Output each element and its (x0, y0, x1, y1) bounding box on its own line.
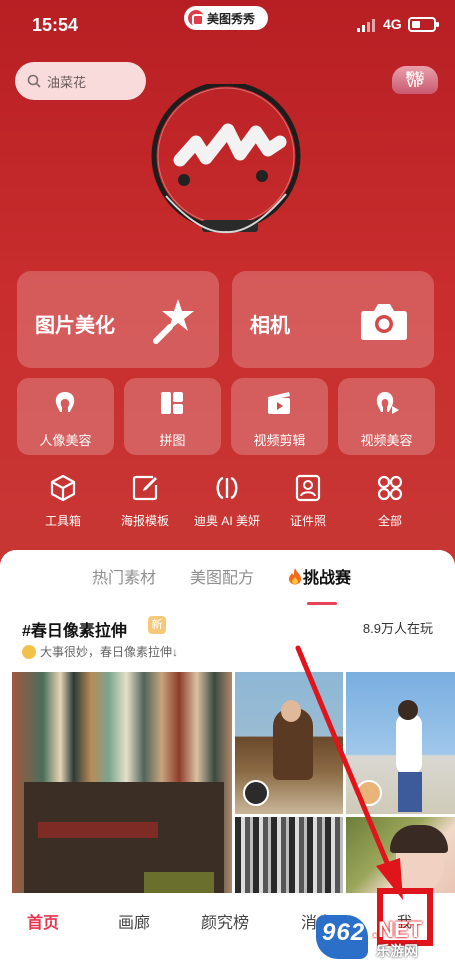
tab-challenge[interactable]: 挑战赛 (287, 564, 351, 588)
toolbox-icon (50, 474, 76, 502)
fire-icon (289, 568, 301, 585)
challenge-photo-3[interactable] (346, 672, 455, 814)
poster-icon (132, 475, 158, 501)
signal-icon (357, 18, 377, 32)
online-count: 8.9万人在玩 (362, 621, 433, 636)
tool-poster-label: 海报模板 (120, 514, 169, 528)
collage-card[interactable]: 拼图 (124, 378, 221, 455)
challenge-photo-2[interactable] (235, 672, 343, 814)
vip-badge[interactable]: 粉钻 VIP (392, 66, 438, 94)
tool-id-photo-label: 证件照 (289, 514, 326, 528)
vip-line2: VIP (406, 79, 424, 90)
avatar[interactable] (243, 780, 269, 806)
content-tabs: 热门素材 美图配方 挑战赛 (0, 564, 455, 605)
nav-ranking[interactable]: 颜究榜 (201, 909, 249, 933)
tool-toolbox[interactable]: 工具箱 (23, 473, 103, 529)
status-bar: 15:54 美图秀秀 4G (0, 0, 455, 52)
video-beauty-card[interactable]: 视频美容 (338, 378, 435, 455)
collage-icon (161, 392, 183, 414)
network-label: 4G (383, 16, 402, 32)
challenge-photo-main[interactable] (12, 672, 232, 902)
tool-poster[interactable]: 海报模板 (105, 473, 185, 529)
app-pill-label: 美图秀秀 (207, 11, 256, 26)
emoji-icon (22, 644, 36, 659)
tool-toolbox-label: 工具箱 (44, 514, 81, 528)
search-icon (27, 74, 41, 88)
id-photo-icon (295, 474, 321, 502)
tab-recipes[interactable]: 美图配方 (190, 564, 254, 588)
tool-all[interactable]: 全部 (350, 473, 430, 529)
watermark-suffix: .NET (372, 917, 423, 942)
app-screen: 15:54 美图秀秀 4G 油菜花 粉钻 VIP 图片美化 相机 人像美容 拼图… (0, 0, 455, 963)
grid-icon (377, 475, 403, 501)
video-edit-card[interactable]: 视频剪辑 (231, 378, 328, 455)
challenge-title[interactable]: #春日像素拉伸 (22, 617, 127, 641)
meitu-logo-icon (188, 10, 204, 26)
video-beauty-label: 视频美容 (360, 433, 413, 448)
video-edit-label: 视频剪辑 (253, 433, 306, 448)
new-badge: 新 (148, 616, 166, 634)
app-pill: 美图秀秀 (184, 6, 268, 30)
portrait-beauty-card[interactable]: 人像美容 (17, 378, 114, 455)
camera-icon (361, 304, 407, 340)
hero-logo-graphic (151, 84, 301, 234)
challenge-subtitle: 大事很妙，春日像素拉伸↓ (22, 643, 178, 660)
status-time: 15:54 (32, 15, 79, 35)
photo-edit-card[interactable]: 图片美化 (17, 271, 219, 368)
tool-all-label: 全部 (377, 514, 402, 528)
portrait-beauty-label: 人像美容 (39, 433, 92, 448)
camera-card[interactable]: 相机 (232, 271, 434, 368)
battery-icon (408, 17, 439, 32)
video-clip-icon (268, 392, 290, 414)
tool-id-photo[interactable]: 证件照 (268, 473, 348, 529)
tool-dior-label: 迪奥 AI 美妍 (193, 514, 260, 528)
watermark-brand: 962 (322, 919, 366, 946)
watermark-logo: 962 .NET 乐游网 (316, 915, 452, 959)
nav-home[interactable]: 首页 (27, 909, 59, 933)
portrait-icon (55, 392, 75, 412)
nav-gallery[interactable]: 画廊 (118, 909, 150, 933)
search-bar[interactable]: 油菜花 (15, 62, 146, 100)
camera-label: 相机 (250, 315, 290, 337)
collage-label: 拼图 (159, 433, 186, 448)
dior-icon (216, 476, 238, 500)
tab-hot-materials[interactable]: 热门素材 (92, 564, 156, 588)
search-placeholder: 油菜花 (47, 74, 87, 90)
video-beauty-icon (376, 392, 399, 414)
photo-edit-label: 图片美化 (35, 315, 115, 337)
avatar[interactable] (356, 780, 382, 806)
challenge-subtitle-text: 大事很妙，春日像素拉伸↓ (40, 645, 179, 659)
tab-challenge-label: 挑战赛 (303, 570, 352, 587)
tool-dior[interactable]: 迪奥 AI 美妍 (187, 473, 267, 529)
magic-wand-icon (153, 299, 194, 344)
tab-active-indicator (307, 602, 337, 605)
watermark-text: 乐游网 (376, 943, 418, 959)
challenge-photo-4[interactable] (235, 817, 343, 902)
